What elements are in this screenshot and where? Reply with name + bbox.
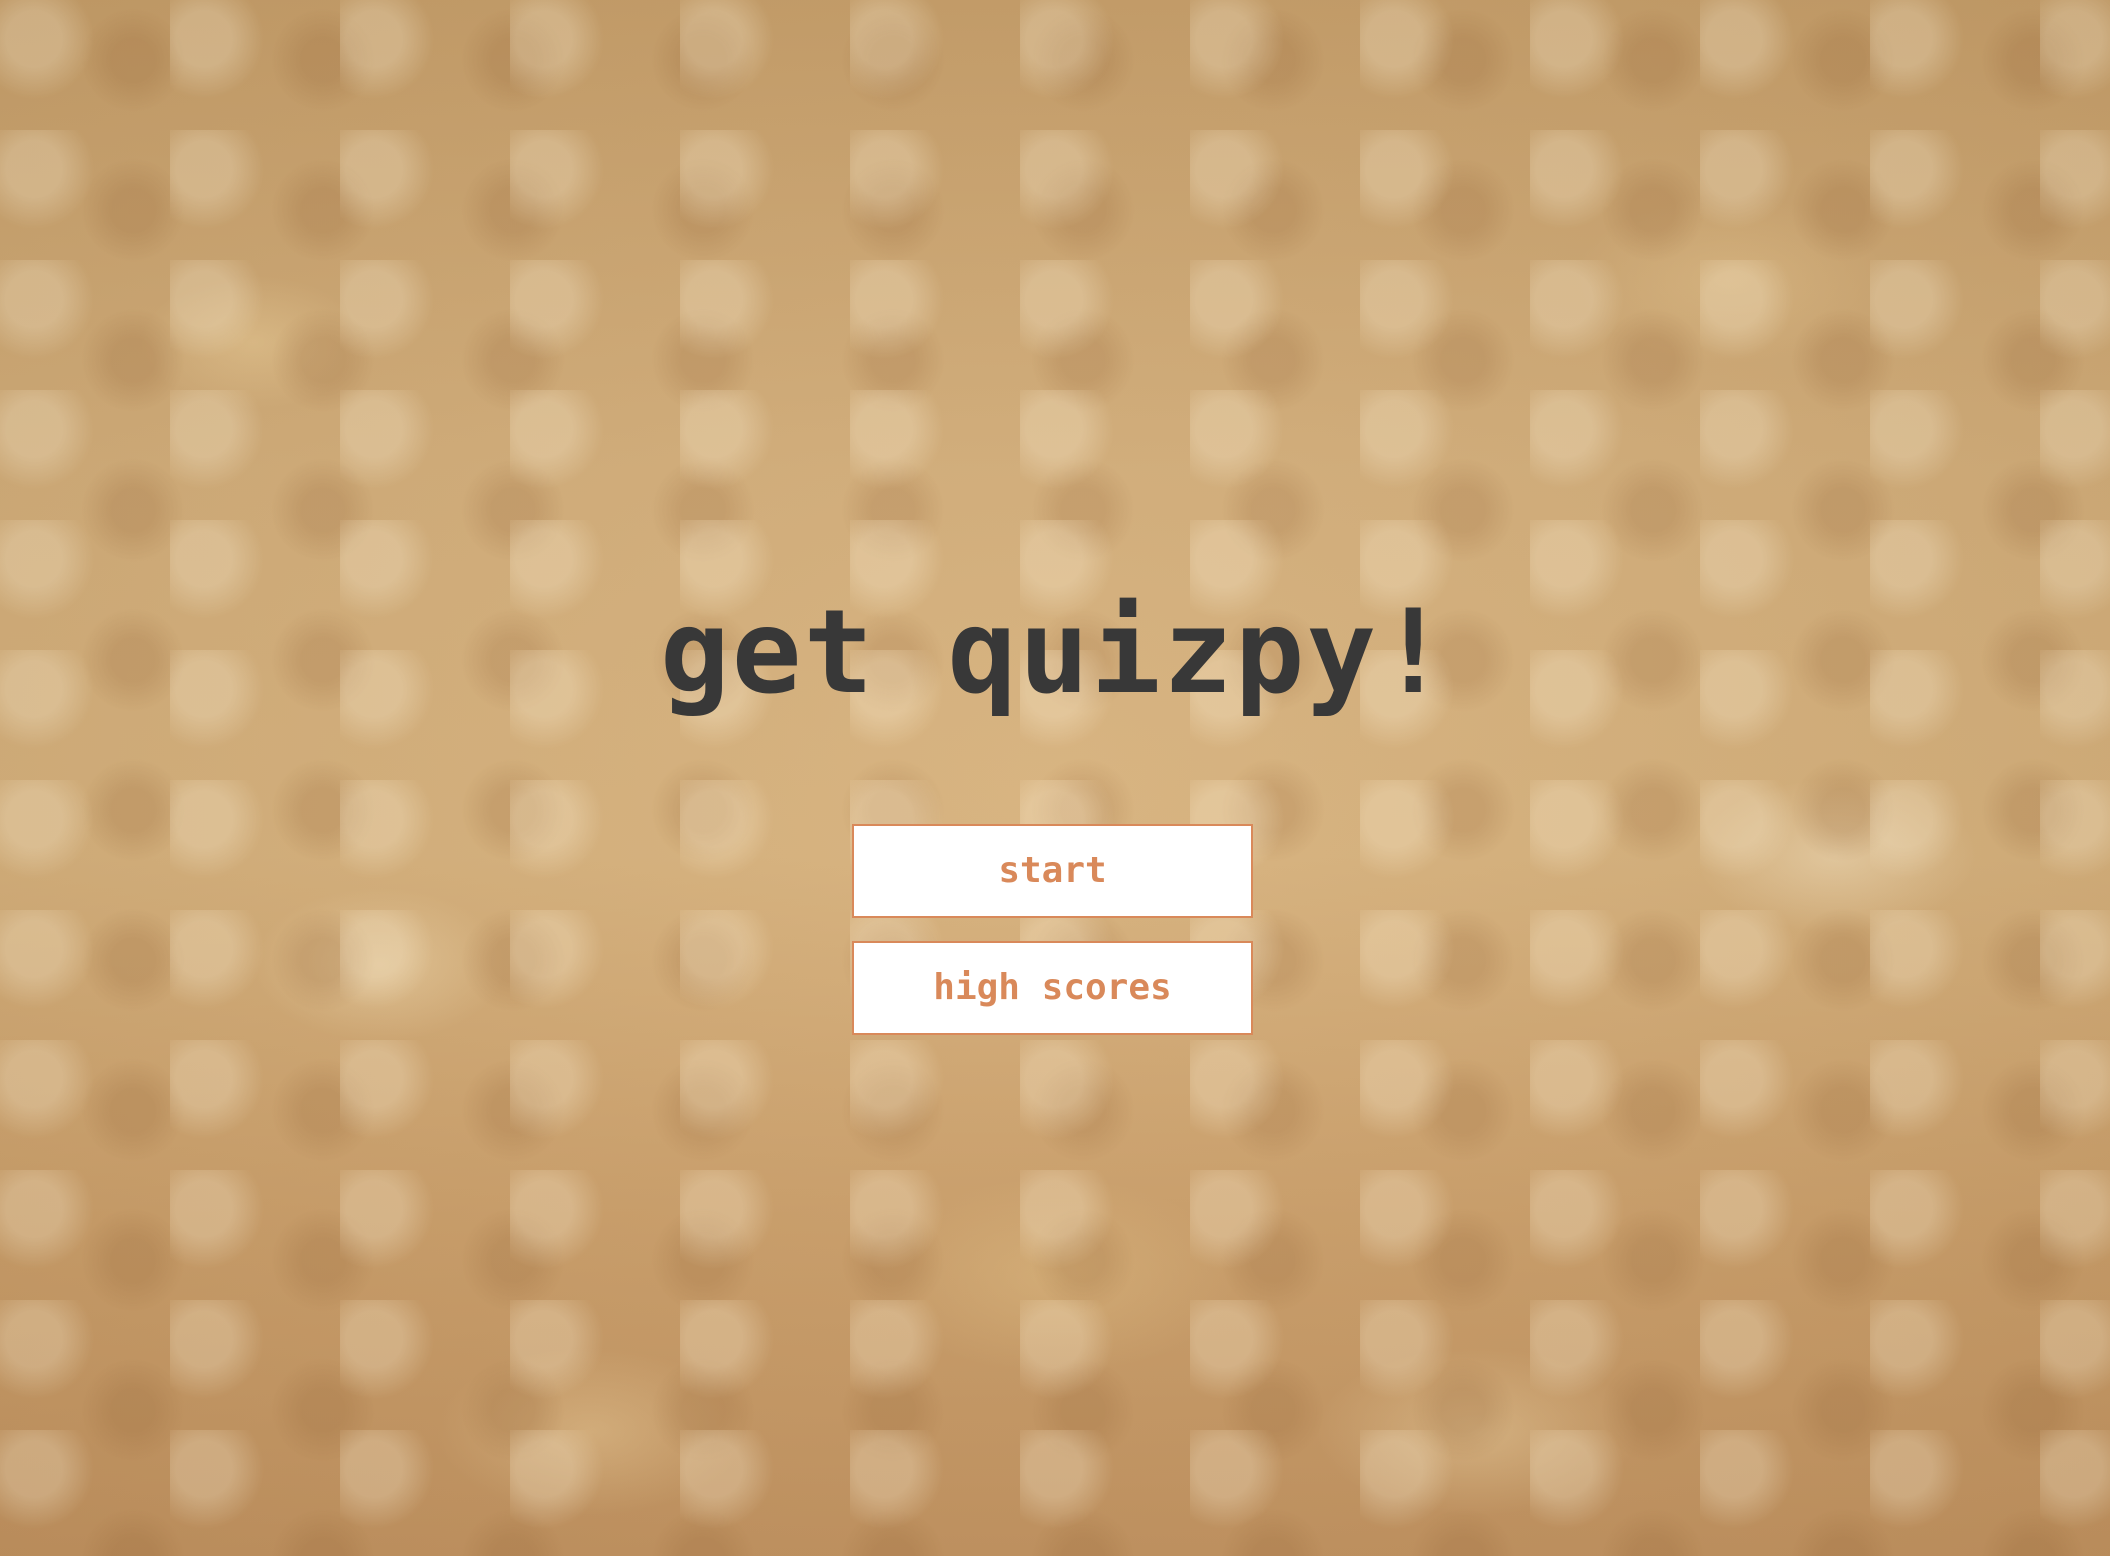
high-scores-button[interactable]: high scores [852, 941, 1253, 1035]
page-title: get quizpy! [659, 585, 1451, 720]
start-button[interactable]: start [852, 824, 1253, 918]
start-screen: get quizpy! start high scores [0, 0, 2110, 1556]
